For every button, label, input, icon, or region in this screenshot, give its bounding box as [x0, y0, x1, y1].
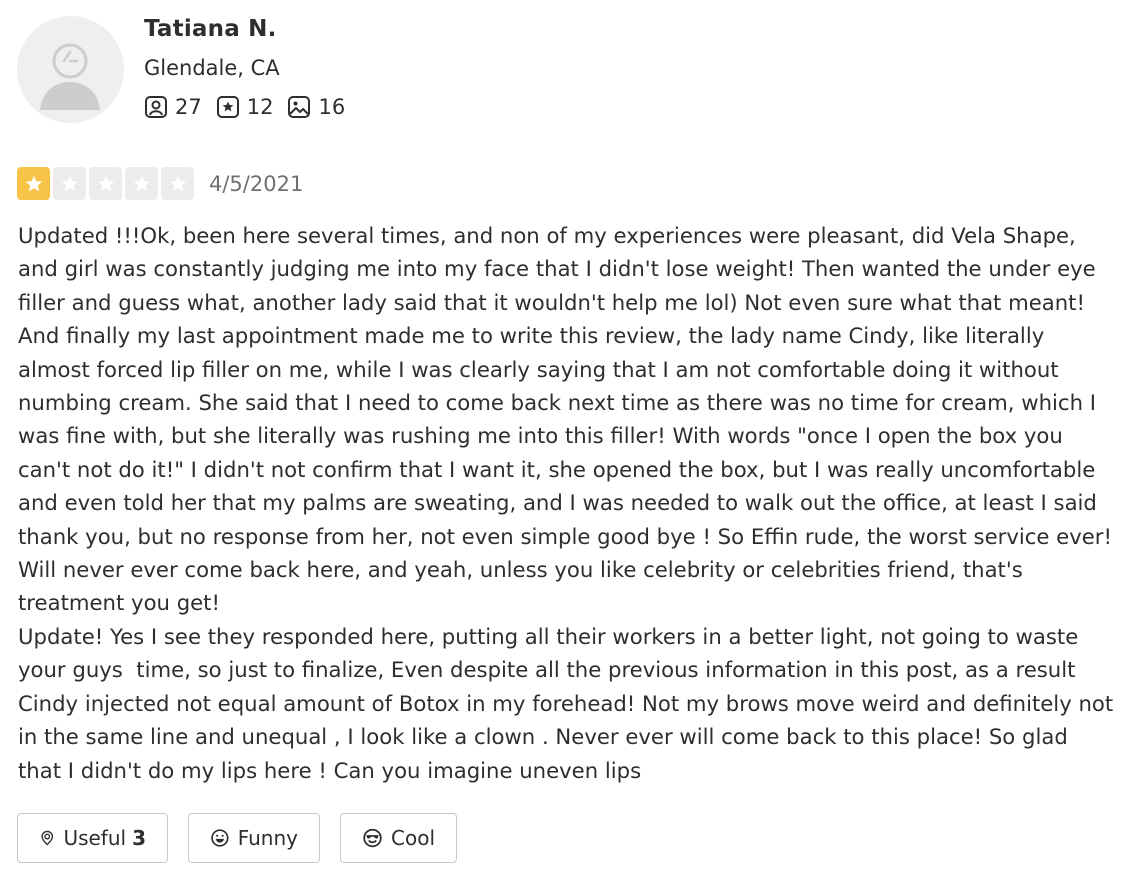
photos-stat: 16: [287, 95, 345, 119]
star-icon: [89, 167, 122, 200]
useful-button[interactable]: Useful 3: [17, 813, 168, 863]
default-avatar-icon: [40, 43, 100, 110]
user-location: Glendale, CA: [144, 56, 280, 80]
avatar[interactable]: [17, 16, 124, 123]
useful-count: 3: [132, 826, 146, 850]
user-stats: 27 12 16: [144, 95, 359, 119]
useful-label: Useful: [63, 826, 127, 850]
review-card: Tatiana N. Glendale, CA 27 12 16 4/5/202…: [0, 0, 1121, 883]
star-icon: [125, 167, 158, 200]
useful-icon: [41, 830, 54, 846]
review-star-icon: [216, 96, 239, 118]
funny-icon: [211, 829, 229, 847]
funny-button[interactable]: Funny: [188, 813, 320, 863]
reviews-count: 12: [246, 95, 274, 119]
friends-icon: [145, 96, 167, 118]
photos-count: 16: [318, 95, 346, 119]
cool-icon: [363, 828, 382, 848]
reviews-stat: 12: [216, 95, 274, 119]
friends-stat: 27: [144, 95, 202, 119]
review-date: 4/5/2021: [209, 171, 304, 196]
user-name[interactable]: Tatiana N.: [144, 16, 277, 42]
star-rating: [17, 167, 197, 200]
reaction-buttons: Useful 3 Funny Cool: [17, 813, 477, 863]
cool-button[interactable]: Cool: [340, 813, 457, 863]
star-icon: [161, 167, 194, 200]
cool-label: Cool: [391, 826, 435, 850]
funny-label: Funny: [237, 826, 298, 850]
review-text: Updated !!!Ok, been here several times, …: [18, 223, 1114, 783]
star-icon: [53, 167, 86, 200]
friends-count: 27: [175, 95, 202, 119]
rating-row: 4/5/2021: [17, 167, 303, 200]
star-icon: [17, 167, 50, 200]
photo-icon: [288, 96, 311, 118]
